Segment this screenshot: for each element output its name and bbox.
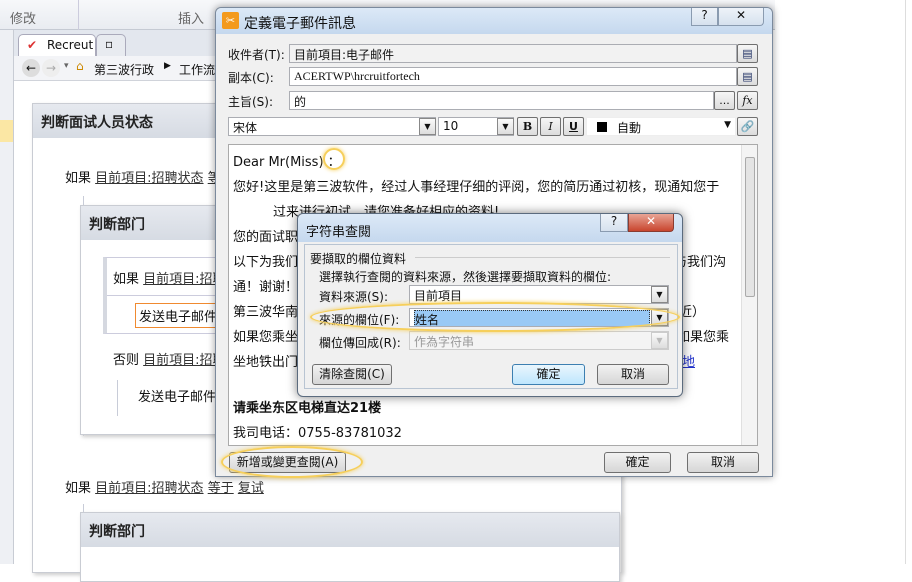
condition-prefix: 如果 — [65, 171, 92, 186]
source-label: 資料來源(S): — [319, 290, 389, 304]
chevron-down-icon[interactable]: ▼ — [419, 118, 436, 135]
insert-link-icon[interactable]: 🔗 — [737, 117, 758, 136]
body-line: 您的面试职 — [233, 230, 299, 245]
body-line: 如果您乘坐 — [233, 330, 299, 345]
close-button[interactable]: ✕ — [718, 8, 764, 26]
chevron-down-icon[interactable]: ▼ — [651, 286, 668, 303]
italic-button[interactable]: I — [540, 117, 561, 136]
body-line: 我司电话：0755-83781032 — [233, 426, 402, 441]
source-select[interactable]: 目前項目 — [409, 285, 669, 304]
condition-field-link[interactable]: 目前項目:招聘状态 — [95, 481, 203, 496]
highlight-marker — [310, 302, 680, 332]
background-area — [775, 0, 912, 564]
body-line: 如果您乘 — [677, 330, 730, 345]
clear-lookup-button[interactable]: 清除查閱(C) — [312, 364, 392, 385]
ok-button[interactable]: 確定 — [604, 452, 671, 473]
ribbon-tab-modify[interactable]: 修改 — [10, 8, 36, 27]
font-select[interactable]: 宋体 — [228, 117, 436, 136]
send-email-action[interactable]: 发送电子邮件 — [138, 386, 216, 405]
subject-field[interactable]: 的 — [289, 91, 714, 110]
address-book-icon[interactable]: ▤ — [737, 67, 758, 86]
chevron-down-icon: ▼ — [651, 332, 668, 349]
lookup-title-bar: 字符串查閱 ? ✕ — [298, 214, 682, 242]
body-line: 请乘坐东区电梯直达21楼 — [233, 401, 382, 416]
tab-label: Recreut — [47, 38, 94, 52]
highlight-marker — [221, 446, 363, 478]
to-field[interactable]: 目前項目:电子邮件 — [289, 44, 737, 63]
body-line: 坐地铁出门 — [233, 355, 299, 370]
if-prefix: 如果 — [113, 272, 140, 287]
ok-button[interactable]: 確定 — [512, 364, 585, 385]
body-link[interactable]: 地 — [682, 351, 695, 370]
lookup-title: 字符串查閱 — [306, 225, 372, 240]
return-label: 欄位傳回成(R): — [319, 336, 401, 350]
else-prefix: 否则 — [113, 353, 140, 368]
forward-button[interactable]: → — [42, 59, 60, 77]
formula-button[interactable]: fx — [737, 91, 758, 110]
highlight-marker — [323, 148, 345, 170]
condition-field-link[interactable]: 目前項目:招聘状态 — [95, 171, 203, 186]
body-line: 您好!这里是第三波软件，经过人事经理仔细的评阅，您的简历通过初核，现通知您于 — [233, 180, 720, 195]
send-email-action[interactable]: 发送电子邮件 — [135, 303, 222, 328]
breadcrumb-item[interactable]: 工作流 — [179, 61, 215, 78]
address-book-icon[interactable]: ▤ — [737, 44, 758, 63]
history-dropdown-icon[interactable]: ▾ — [64, 61, 69, 71]
condition-row: 如果 目前項目:招聘状态 等于 复试 — [65, 477, 264, 496]
color-label: 自動 — [617, 121, 642, 135]
condition-value-link[interactable]: 复试 — [238, 481, 264, 496]
breadcrumb-separator-icon: ▶ — [164, 61, 171, 71]
body-line: 以下为我们 — [233, 255, 299, 270]
condition-row: 如果 目前項目:招聘状态 等 — [65, 167, 221, 186]
breadcrumb-item[interactable]: 第三波行政 — [94, 61, 154, 78]
home-icon: ⌂ — [76, 59, 84, 73]
return-select: 作為字符串 — [409, 331, 669, 350]
scrollbar[interactable] — [741, 145, 757, 445]
cancel-button[interactable]: 取消 — [597, 364, 669, 385]
inner-step: 判断部门 — [80, 512, 620, 582]
condition-operator-link[interactable]: 等于 — [208, 481, 234, 496]
left-pane — [0, 30, 14, 564]
subject-label: 主旨(S): — [228, 95, 274, 109]
body-line: 通！谢谢！ — [233, 280, 299, 295]
if-field-link[interactable]: 目前項目:招聘 — [143, 272, 225, 287]
dialog-title-bar: ✂ 定義電子郵件訊息 ? ✕ — [216, 8, 772, 34]
bold-button[interactable]: B — [517, 117, 538, 136]
recruit-icon: ✔ — [27, 38, 38, 52]
to-label: 收件者(T): — [228, 48, 285, 62]
subject-lookup-button[interactable]: ... — [714, 91, 735, 110]
ribbon-tab-insert[interactable]: 插入 — [178, 8, 204, 27]
tab-recruit[interactable]: ✔ Recreut — [18, 34, 96, 56]
help-button[interactable]: ? — [600, 214, 628, 232]
instruction-text: 選擇執行查閱的資料來源，然後選擇要擷取資料的欄位: — [319, 270, 612, 284]
cc-label: 副本(C): — [228, 71, 274, 85]
back-button[interactable]: ← — [22, 59, 40, 77]
cc-field[interactable]: ACERTWP\hrcruitfortech — [289, 67, 737, 86]
new-tab-icon: ▫ — [105, 37, 114, 51]
font-color-select[interactable]: 自動 ▼ — [586, 117, 736, 136]
body-line: 第三波华南 — [233, 305, 299, 320]
dialog-title: 定義電子郵件訊息 — [244, 16, 356, 32]
scrollbar-thumb[interactable] — [745, 157, 755, 297]
chevron-down-icon: ▼ — [724, 120, 731, 130]
close-button[interactable]: ✕ — [628, 214, 674, 232]
color-swatch — [597, 122, 607, 132]
inner-step-title: 判断部门 — [81, 513, 619, 547]
else-field-link[interactable]: 目前項目:招聘 — [143, 353, 225, 368]
cancel-button[interactable]: 取消 — [687, 452, 759, 473]
chevron-down-icon[interactable]: ▼ — [497, 118, 514, 135]
help-button[interactable]: ? — [691, 8, 718, 26]
new-tab-button[interactable]: ▫ — [96, 34, 126, 56]
group-label: 要擷取的欄位資料 — [310, 252, 407, 266]
tools-icon: ✂ — [222, 12, 239, 29]
underline-button[interactable]: U — [563, 117, 584, 136]
condition-prefix: 如果 — [65, 481, 92, 496]
